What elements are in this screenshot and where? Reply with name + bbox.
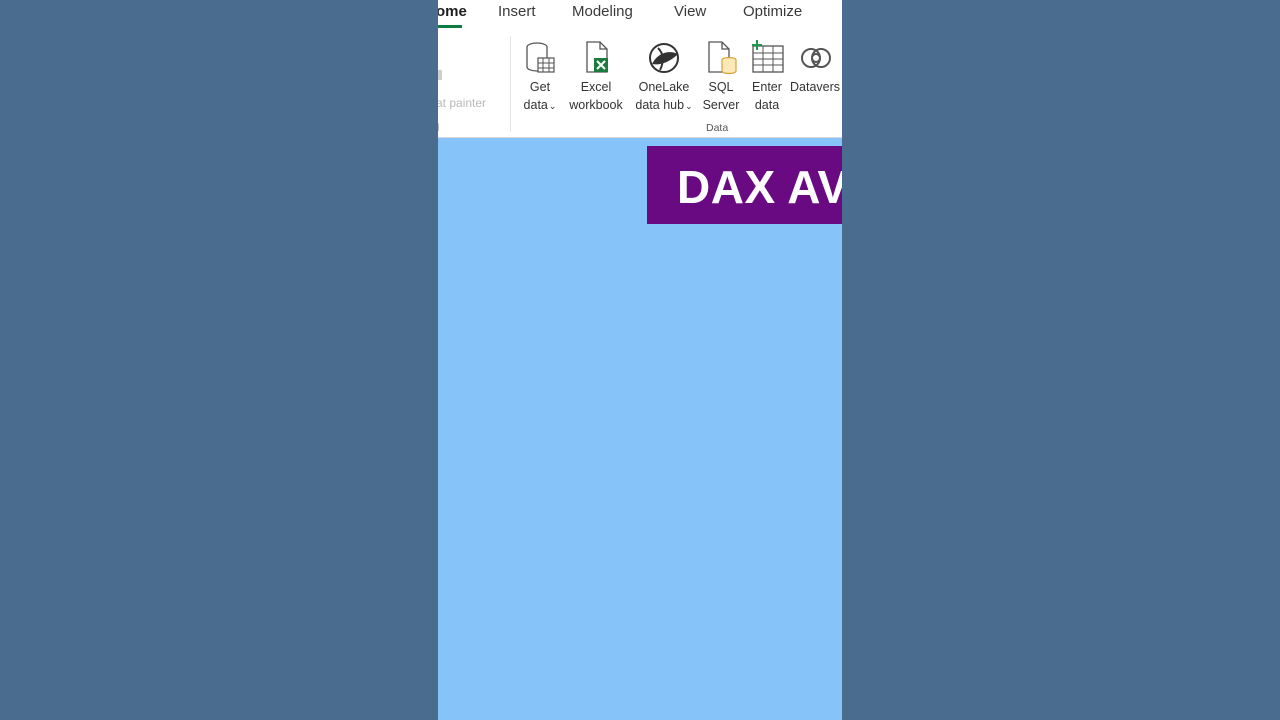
title-banner: DAX AV — [647, 146, 842, 224]
dataverse-label: Datavers — [790, 80, 841, 94]
database-icon — [526, 42, 555, 73]
sql-label-1: SQL — [708, 80, 734, 94]
tab-view[interactable]: View — [674, 3, 706, 20]
enter-data-label-2: data — [754, 98, 780, 112]
onelake-icon — [649, 43, 679, 73]
chevron-down-icon: ⌄ — [548, 101, 557, 111]
onelake-label-2: data hub — [635, 98, 685, 112]
tab-home[interactable]: ome — [438, 3, 467, 20]
dataverse-icon — [801, 48, 831, 68]
excel-label-2: workbook — [569, 98, 623, 112]
enter-data-label-1: Enter — [752, 80, 782, 94]
ribbon: ome Insert Modeling View Optimize at pai… — [438, 0, 842, 138]
excel-label-1: Excel — [580, 80, 612, 94]
tab-optimize[interactable]: Optimize — [743, 3, 802, 20]
excel-icon — [586, 41, 608, 73]
faded-paste-icon — [438, 70, 442, 80]
dataverse-button[interactable]: Datavers — [790, 40, 842, 96]
tab-insert[interactable]: Insert — [498, 3, 536, 20]
sql-server-button[interactable]: SQL Server — [700, 40, 742, 114]
format-painter-button[interactable]: at painter — [438, 96, 486, 110]
get-data-label-1: Get — [529, 80, 551, 94]
onelake-label-1: OneLake — [638, 80, 690, 94]
get-data-button[interactable]: Get data⌄ — [518, 40, 562, 115]
get-data-label-2: data — [523, 98, 548, 112]
ribbon-separator — [510, 36, 511, 132]
onelake-data-hub-button[interactable]: OneLake data hub⌄ — [628, 40, 700, 115]
clipboard-group-label: d — [438, 123, 440, 134]
excel-workbook-button[interactable]: Excel workbook — [566, 40, 626, 114]
chevron-down-icon: ⌄ — [685, 101, 693, 111]
sql-server-icon — [708, 41, 737, 75]
banner-title: DAX AV — [677, 161, 842, 213]
app-window: ome Insert Modeling View Optimize at pai… — [438, 0, 842, 720]
active-tab-indicator — [438, 25, 462, 28]
data-group-label: Data — [706, 122, 729, 134]
sql-label-2: Server — [702, 98, 740, 112]
table-icon — [752, 40, 784, 73]
enter-data-button[interactable]: Enter data — [745, 40, 789, 114]
tab-modeling[interactable]: Modeling — [572, 3, 633, 20]
